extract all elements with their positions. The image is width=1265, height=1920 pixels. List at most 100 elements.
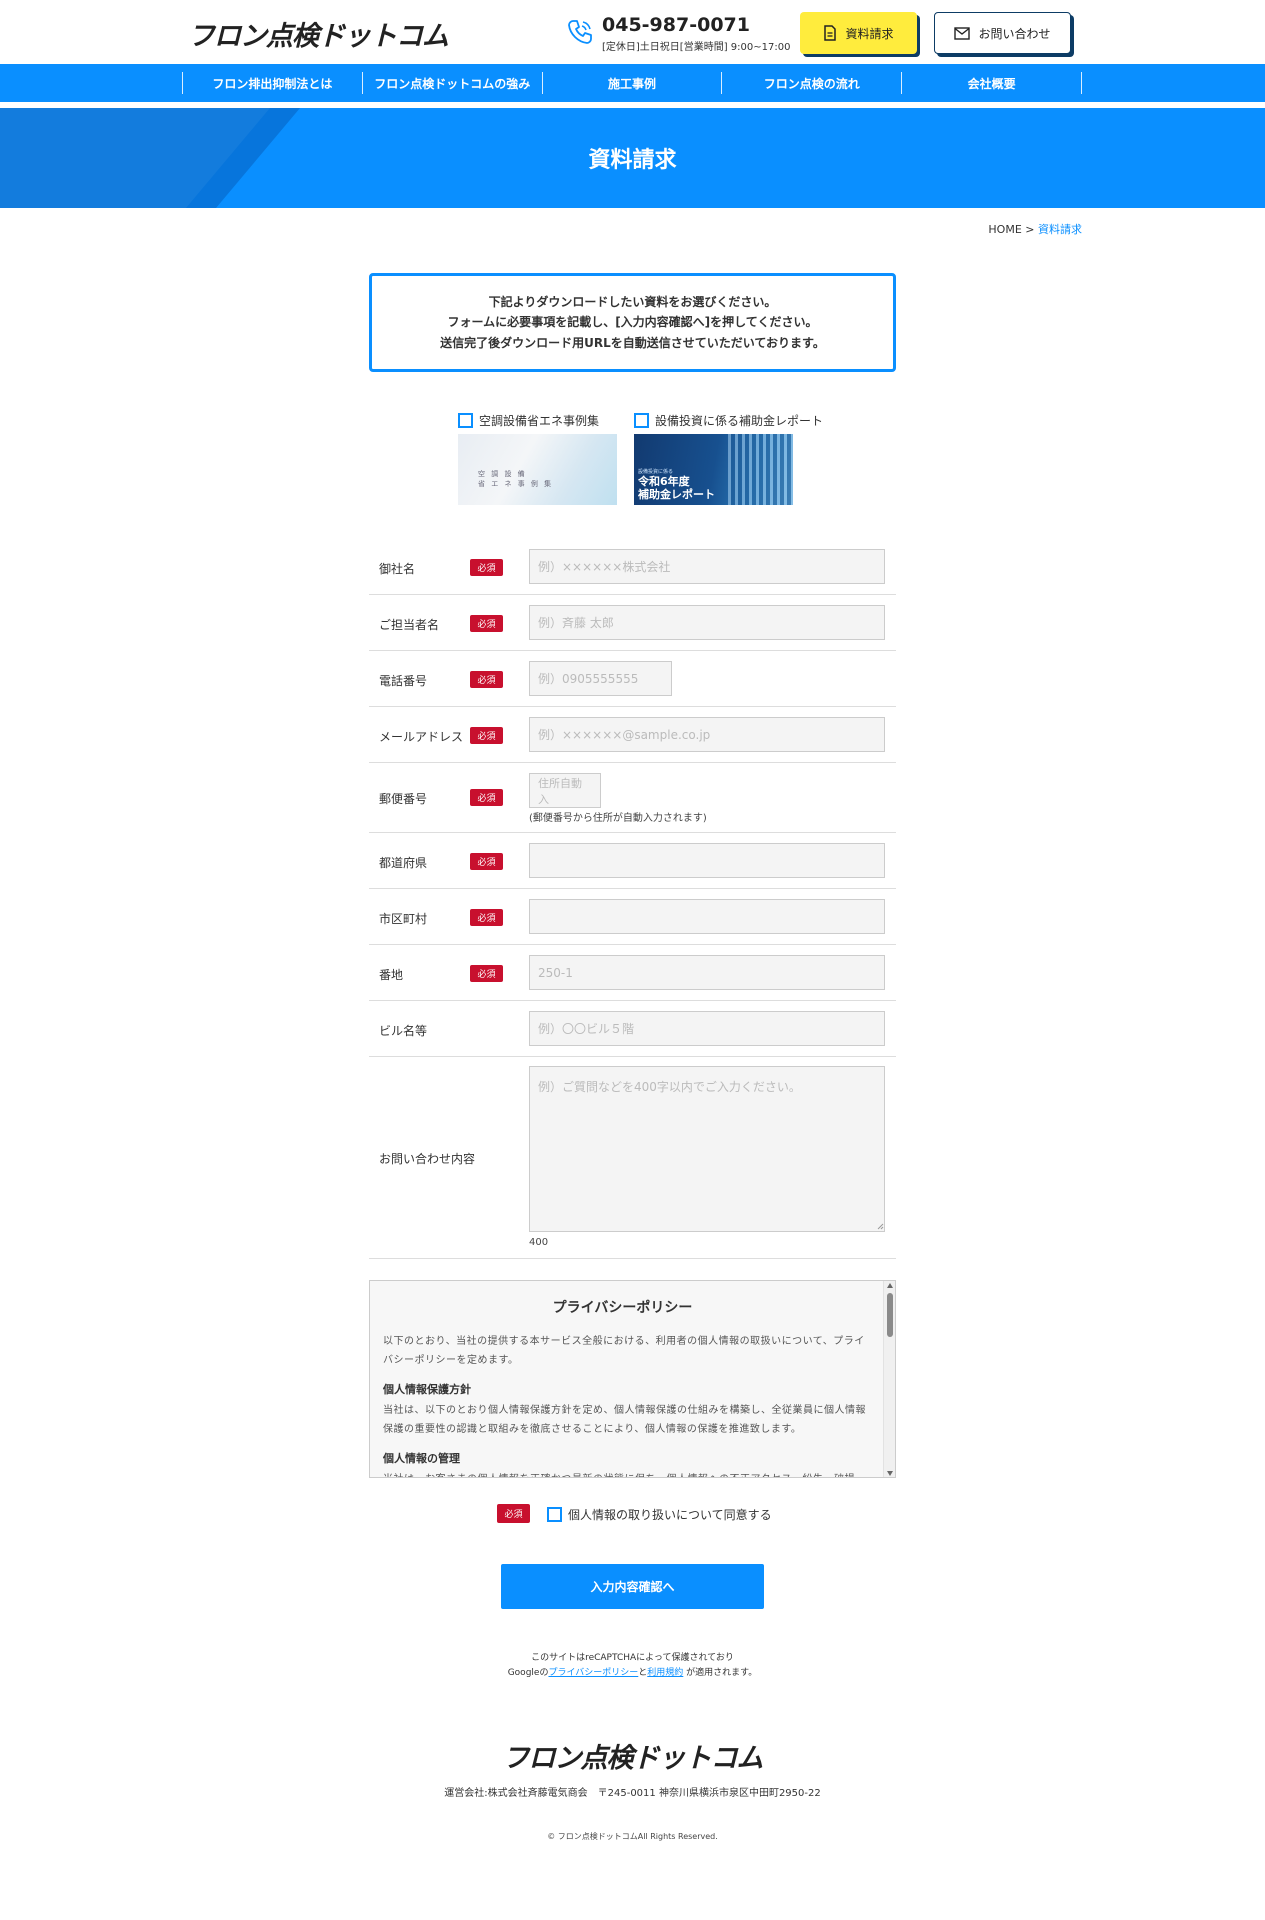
- scrollbar-thumb[interactable]: [887, 1293, 893, 1337]
- privacy-section-text: 当社は、以下のとおり個人情報保護方針を定め、個人情報保護の仕組みを構築し、全従業…: [383, 1405, 866, 1435]
- document-option-subsidy[interactable]: 設備投資に係る補助金レポート 設備投資に係る 令和6年度 補助金レポート: [634, 412, 823, 505]
- privacy-section-title: 個人情報の管理: [383, 1452, 460, 1465]
- required-badge: 必須: [470, 615, 503, 632]
- field-label: ご担当者名: [379, 618, 440, 632]
- privacy-policy-box[interactable]: プライバシーポリシー 以下のとおり、当社の提供する本サービス全般における、利用者…: [369, 1280, 896, 1478]
- page-title: 資料請求: [588, 148, 677, 173]
- recaptcha-suffix: が適用されます。: [683, 1668, 758, 1678]
- recaptcha-prefix: Googleの: [507, 1668, 549, 1678]
- form-row-contact-person: ご担当者名 必須 例）斉藤 太郎: [369, 595, 896, 651]
- privacy-scrollbar[interactable]: [883, 1281, 895, 1477]
- document-thumbnail-subsidy[interactable]: 設備投資に係る 令和6年度 補助金レポート: [634, 434, 793, 505]
- field-label: 郵便番号: [379, 792, 428, 806]
- inquiry-textarea[interactable]: 例）ご質問などを400字以内でご入力ください。: [529, 1066, 885, 1232]
- breadcrumb-home[interactable]: HOME: [988, 223, 1021, 236]
- google-terms-link[interactable]: 利用規約: [647, 1668, 683, 1678]
- required-badge: 必須: [470, 727, 503, 744]
- field-label: メールアドレス: [379, 730, 464, 744]
- form-row-city: 市区町村 必須: [369, 889, 896, 945]
- document-request-button[interactable]: 資料請求: [800, 12, 917, 54]
- breadcrumb-current: 資料請求: [1038, 223, 1082, 236]
- global-nav: フロン排出抑制法とは フロン点検ドットコムの強み 施工事例 フロン点検の流れ 会…: [0, 64, 1265, 102]
- footer-address: 運営会社:株式会社斉藤電気商会 〒245-0011 神奈川県横浜市泉区中田町29…: [444, 1788, 821, 1799]
- form-row-inquiry: お問い合わせ内容 例）ご質問などを400字以内でご入力ください。 400: [369, 1057, 896, 1259]
- page-hero: 資料請求: [0, 108, 1265, 208]
- required-badge: 必須: [470, 559, 503, 576]
- form-row-postal: 郵便番号 必須 住所自動入 (郵便番号から住所が自動入力されます): [369, 763, 896, 833]
- thumbnail-subtitle: 設備投資に係る: [638, 469, 674, 475]
- field-label: 御社名: [379, 562, 416, 576]
- postal-note: (郵便番号から住所が自動入力されます): [529, 813, 707, 824]
- breadcrumb-separator: >: [1025, 223, 1035, 236]
- document-thumbnail-energy[interactable]: 空 調 設 備 省 エ ネ 事 例 集: [458, 434, 617, 505]
- instruction-line: フォームに必要事項を記載し、[入力内容確認へ]を押してください。: [447, 315, 818, 330]
- thumbnail-text: 補助金レポート: [638, 487, 715, 501]
- breadcrumb: HOME > 資料請求: [988, 221, 1082, 237]
- postal-code-input[interactable]: 住所自動入: [529, 773, 601, 808]
- mail-icon: [954, 26, 971, 40]
- copyright: © フロン点検ドットコムAll Rights Reserved.: [547, 1832, 718, 1841]
- nav-item-cases[interactable]: 施工事例: [541, 72, 722, 94]
- nav-item-company[interactable]: 会社概要: [901, 72, 1082, 94]
- form-row-prefecture: 都道府県 必須: [369, 833, 896, 889]
- street-input[interactable]: 250-1: [529, 955, 885, 990]
- instruction-line: 下記よりダウンロードしたい資料をお選びください。: [488, 294, 777, 309]
- nav-item-strengths[interactable]: フロン点検ドットコムの強み: [361, 72, 542, 94]
- footer-logo[interactable]: フロン点検ドットコム: [0, 1736, 1265, 1775]
- google-privacy-link[interactable]: プライバシーポリシー: [548, 1668, 638, 1678]
- field-label: 電話番号: [379, 674, 428, 688]
- contact-label: お問い合わせ: [978, 26, 1051, 41]
- required-badge: 必須: [470, 965, 503, 982]
- required-badge: 必須: [470, 853, 503, 870]
- document-label-energy: 空調設備省エネ事例集: [479, 414, 600, 428]
- phone-number[interactable]: 045-987-0071: [602, 14, 750, 36]
- required-badge: 必須: [470, 909, 503, 926]
- field-label: 市区町村: [379, 912, 428, 926]
- scroll-up-icon[interactable]: [887, 1283, 893, 1288]
- contact-button[interactable]: お問い合わせ: [934, 12, 1071, 54]
- thumbnail-text: 省 エ ネ 事 例 集: [478, 479, 554, 488]
- site-header: フロン点検ドットコム 045-987-0071 [定休日]土日祝日[営業時間] …: [0, 0, 1265, 64]
- confirm-button[interactable]: 入力内容確認へ: [501, 1564, 764, 1609]
- privacy-section-text: 当社は、お客さまの個人情報を正確かつ最新の状態に保ち、個人情報への不正アクセス・…: [383, 1470, 873, 1477]
- recaptcha-line: このサイトはreCAPTCHAによって保護されており: [531, 1653, 734, 1663]
- instruction-box: 下記よりダウンロードしたい資料をお選びください。 フォームに必要事項を記載し、[…: [369, 273, 896, 372]
- city-input[interactable]: [529, 899, 885, 934]
- agree-checkbox[interactable]: [547, 1507, 562, 1522]
- scroll-down-icon[interactable]: [887, 1471, 893, 1476]
- document-icon: [824, 25, 837, 41]
- agree-row[interactable]: 個人情報の取り扱いについて同意する: [547, 1506, 772, 1523]
- building-input[interactable]: 例）〇〇ビル５階: [529, 1011, 885, 1046]
- nav-item-flow[interactable]: フロン点検の流れ: [721, 72, 901, 94]
- field-label: ビル名等: [379, 1024, 428, 1038]
- privacy-section-title: 個人情報保護方針: [383, 1383, 471, 1396]
- required-badge: 必須: [470, 789, 503, 806]
- site-logo[interactable]: フロン点検ドットコム: [188, 14, 449, 53]
- document-label-subsidy: 設備投資に係る補助金レポート: [655, 414, 824, 428]
- character-counter: 400: [529, 1237, 549, 1248]
- privacy-intro: 以下のとおり、当社の提供する本サービス全般における、利用者の個人情報の取扱いにつ…: [383, 1336, 865, 1366]
- document-checkbox-subsidy[interactable]: [634, 413, 649, 428]
- recaptcha-notice: このサイトはreCAPTCHAによって保護されており Googleのプライバシー…: [0, 1651, 1265, 1681]
- form-row-email: メールアドレス 必須 例）××××××@sample.co.jp: [369, 707, 896, 763]
- email-input[interactable]: 例）××××××@sample.co.jp: [529, 717, 885, 752]
- phone-input[interactable]: 例）0905555555: [529, 661, 672, 696]
- recaptcha-and: と: [638, 1668, 648, 1678]
- document-request-label: 資料請求: [845, 26, 894, 41]
- form-row-company: 御社名 必須 例）××××××株式会社: [369, 542, 896, 595]
- agree-label[interactable]: 個人情報の取り扱いについて同意する: [568, 1506, 772, 1523]
- field-label: 都道府県: [379, 856, 428, 870]
- required-badge: 必須: [497, 1504, 530, 1523]
- business-hours: [定休日]土日祝日[営業時間] 9:00~17:00: [602, 42, 791, 53]
- resize-handle-icon[interactable]: [877, 1223, 884, 1230]
- form-row-building: ビル名等 例）〇〇ビル５階: [369, 1001, 896, 1057]
- prefecture-input[interactable]: [529, 843, 885, 878]
- document-checkbox-energy[interactable]: [458, 413, 473, 428]
- nav-item-law[interactable]: フロン排出抑制法とは: [182, 72, 362, 94]
- building-image: [728, 434, 793, 505]
- document-option-energy[interactable]: 空調設備省エネ事例集 空 調 設 備 省 エ ネ 事 例 集: [458, 412, 638, 505]
- company-input[interactable]: 例）××××××株式会社: [529, 549, 885, 584]
- instruction-line: 送信完了後ダウンロード用URLを自動送信させていただいております。: [440, 335, 825, 350]
- contact-person-input[interactable]: 例）斉藤 太郎: [529, 605, 885, 640]
- field-label: 番地: [379, 968, 404, 982]
